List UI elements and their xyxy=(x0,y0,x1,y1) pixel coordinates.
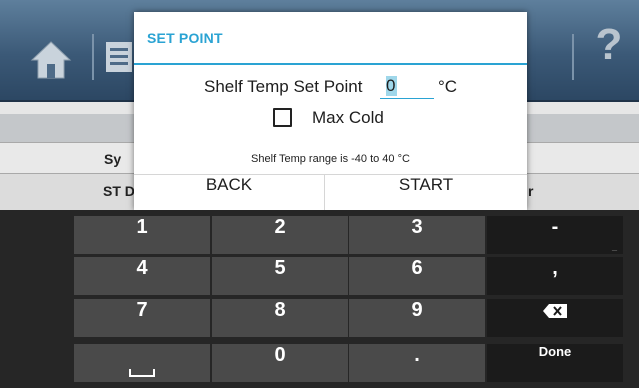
key-minus-label: - xyxy=(551,216,559,238)
done-button[interactable]: Done xyxy=(487,344,623,382)
toolbar-divider xyxy=(572,34,574,80)
home-icon xyxy=(30,41,72,79)
key-space[interactable] xyxy=(74,344,210,382)
help-button[interactable]: ? xyxy=(594,20,624,70)
key-1[interactable]: 1 xyxy=(74,216,210,254)
key-9[interactable]: 9 xyxy=(349,299,485,337)
key-comma[interactable]: , xyxy=(487,257,623,295)
row-label: r xyxy=(528,183,534,199)
key-5[interactable]: 5 xyxy=(212,257,348,295)
title-divider xyxy=(134,63,527,65)
list-icon xyxy=(106,42,132,72)
key-8[interactable]: 8 xyxy=(212,299,348,337)
key-decimal[interactable]: . xyxy=(349,344,485,382)
start-button[interactable]: START xyxy=(325,175,527,211)
setpoint-input-underline[interactable] xyxy=(380,76,434,99)
key-minus-sub: _ xyxy=(611,242,617,252)
range-hint: Shelf Temp range is -40 to 40 °C xyxy=(251,153,410,165)
key-minus[interactable]: - _ xyxy=(487,216,623,254)
dialog-title: SET POINT xyxy=(147,30,223,46)
setpoint-unit: °C xyxy=(438,77,458,96)
key-7[interactable]: 7 xyxy=(74,299,210,337)
row-label: Sy xyxy=(104,151,122,167)
help-icon: ? xyxy=(595,20,623,69)
numeric-keypad: 1 2 3 - _ 4 5 6 , 7 8 9 0 . Done xyxy=(0,210,639,388)
list-button[interactable] xyxy=(104,40,134,74)
key-2[interactable]: 2 xyxy=(212,216,348,254)
home-button[interactable] xyxy=(30,40,72,80)
toolbar-divider xyxy=(92,34,94,80)
key-3[interactable]: 3 xyxy=(349,216,485,254)
back-button[interactable]: BACK xyxy=(134,175,324,211)
max-cold-label[interactable]: Max Cold xyxy=(312,108,384,128)
dialog-button-row: BACK START xyxy=(134,174,527,211)
max-cold-checkbox[interactable] xyxy=(273,108,292,127)
key-6[interactable]: 6 xyxy=(349,257,485,295)
row-label: ST D xyxy=(103,183,135,199)
set-point-dialog: SET POINT Shelf Temp Set Point 0 °C Max … xyxy=(134,12,527,211)
key-4[interactable]: 4 xyxy=(74,257,210,295)
key-backspace[interactable] xyxy=(487,299,623,337)
backspace-icon xyxy=(543,303,567,318)
setpoint-label: Shelf Temp Set Point xyxy=(204,77,363,96)
space-icon xyxy=(129,369,155,377)
key-0[interactable]: 0 xyxy=(212,344,348,382)
